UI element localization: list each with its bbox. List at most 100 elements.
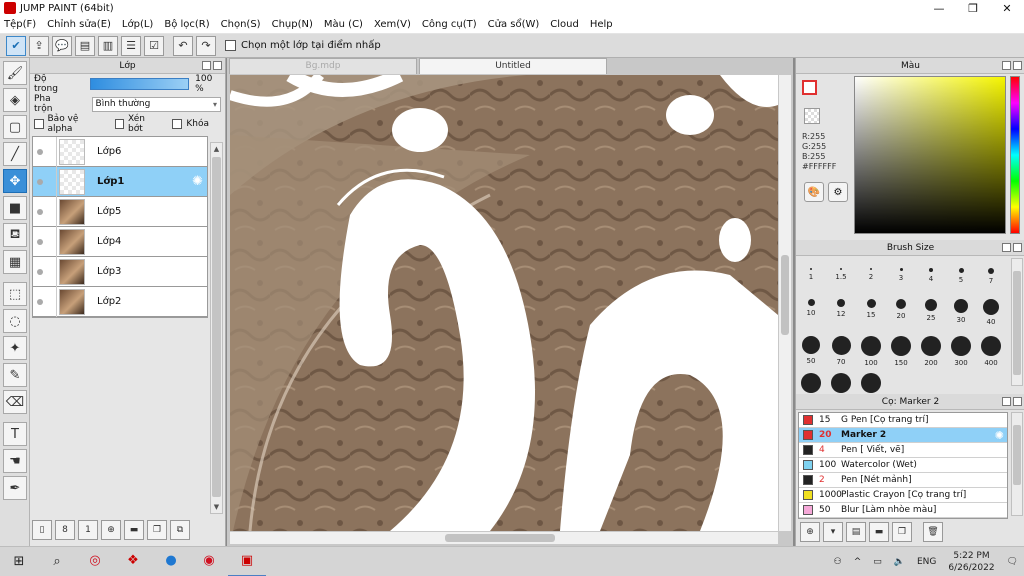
panel-close-icon[interactable] — [1013, 243, 1022, 252]
lock-checkbox[interactable] — [172, 119, 183, 129]
rect-select-icon[interactable]: ⬚ — [3, 282, 27, 306]
menu-item[interactable]: Cửa sổ(W) — [488, 19, 540, 30]
brush-size-cell[interactable]: 4 — [916, 262, 946, 283]
brush-preset-item[interactable]: 50 Blur [Làm nhòe màu] — [799, 503, 1007, 518]
fg-bg-color-swatch[interactable] — [802, 80, 824, 102]
search-icon[interactable]: ⌕ — [38, 547, 76, 576]
brush-duplicate-icon[interactable]: ❐ — [892, 522, 912, 542]
minimize-button[interactable]: — — [922, 0, 956, 16]
canvas-horizontal-scrollbar[interactable] — [230, 532, 778, 544]
undo-icon[interactable]: ↶ — [173, 35, 193, 56]
brush-size-cell[interactable]: 25 — [916, 299, 946, 322]
menu-item[interactable]: Cloud — [550, 19, 579, 30]
layer-row[interactable]: Lớp1 ✺ — [33, 166, 207, 197]
blend-mode-select[interactable]: Bình thường — [91, 96, 221, 112]
brush-size-cell[interactable]: 400 — [976, 336, 1006, 367]
eyedropper-icon[interactable]: ✒ — [3, 476, 27, 500]
visibility-icon[interactable] — [33, 148, 47, 155]
message-icon[interactable]: ▤ — [75, 35, 95, 56]
gradient-icon[interactable]: ▦ — [3, 250, 27, 274]
eraser-icon[interactable]: ◈ — [3, 88, 27, 112]
page-list-icon[interactable]: ☰ — [121, 35, 141, 56]
opacity-slider[interactable] — [89, 78, 190, 90]
scroll-down-icon[interactable]: ▼ — [211, 501, 222, 513]
brush-size-cell[interactable]: 30 — [946, 299, 976, 324]
brush-preset-item[interactable]: 100 Watercolor (Wet) — [799, 458, 1007, 473]
menu-item[interactable]: Xem(V) — [374, 19, 411, 30]
layer-lock-cell[interactable] — [47, 226, 57, 257]
canvas-vscroll-thumb[interactable] — [781, 255, 789, 335]
shape-rect-icon[interactable]: ▢ — [3, 115, 27, 139]
scroll-thumb[interactable] — [212, 157, 221, 497]
move-icon[interactable]: ✥ — [3, 169, 27, 193]
brush-size-cell[interactable] — [856, 373, 886, 396]
canvas-vertical-scrollbar[interactable] — [779, 75, 791, 531]
bucket-icon[interactable]: ⛾ — [3, 223, 27, 247]
layer-row[interactable]: Lớp5 — [33, 196, 207, 227]
opera-gx-icon[interactable]: ◉ — [190, 547, 228, 576]
add-brush-icon[interactable]: ⊕ — [800, 522, 820, 542]
checklist-icon[interactable]: ☑ — [144, 35, 164, 56]
layer-row[interactable]: Lớp6 — [33, 136, 207, 167]
menu-item[interactable]: Chọn(S) — [221, 19, 261, 30]
new-layer-menu-icon[interactable]: ⊕ — [101, 520, 121, 540]
visibility-icon[interactable] — [33, 208, 47, 215]
people-icon[interactable]: ⚇ — [834, 557, 842, 567]
menu-item[interactable]: Tệp(F) — [4, 19, 36, 30]
restore-button[interactable]: ❐ — [956, 0, 990, 16]
menu-item[interactable]: Help — [590, 19, 613, 30]
brush-size-scroll-thumb[interactable] — [1013, 271, 1021, 375]
visibility-icon[interactable] — [33, 298, 47, 305]
select-layer-on-click-checkbox[interactable] — [225, 40, 236, 51]
select-pen-icon[interactable]: ✎ — [3, 363, 27, 387]
panel-popout-icon[interactable] — [1002, 243, 1011, 252]
canvas-hscroll-thumb[interactable] — [445, 534, 555, 542]
panel-close-icon[interactable] — [1013, 61, 1022, 70]
new-1bit-layer-icon[interactable]: 1 — [78, 520, 98, 540]
visibility-icon[interactable] — [33, 178, 47, 185]
brush-folder-icon[interactable]: ▬ — [869, 522, 889, 542]
panel-popout-icon[interactable] — [1002, 61, 1011, 70]
volume-icon[interactable]: 🔈 — [894, 557, 905, 567]
protect-alpha-checkbox[interactable] — [34, 119, 44, 129]
layer-settings-icon[interactable]: ✺ — [192, 174, 203, 189]
network-icon[interactable]: ▭ — [873, 557, 882, 567]
layer-lock-cell[interactable] — [47, 256, 57, 287]
hand-icon[interactable]: ☚ — [3, 449, 27, 473]
menu-item[interactable]: Lớp(L) — [122, 19, 153, 30]
brush-preset-item[interactable]: 20 Marker 2 ✺ — [799, 428, 1007, 443]
clip-checkbox[interactable] — [114, 119, 124, 129]
layer-list-scrollbar[interactable]: ▲ ▼ — [210, 142, 223, 514]
panel-popout-icon[interactable] — [202, 61, 211, 70]
new-8bit-layer-icon[interactable]: 8 — [55, 520, 75, 540]
speech-bubble-icon[interactable]: 💬 — [52, 35, 72, 56]
document-tab[interactable]: Bg.mdp — [229, 58, 417, 74]
brush-size-cell[interactable]: 12 — [826, 299, 856, 318]
brush-size-cell[interactable] — [826, 373, 856, 396]
visibility-icon[interactable] — [33, 268, 47, 275]
palette-settings-icon[interactable]: ⚙ — [828, 182, 848, 202]
magic-wand-icon[interactable]: ✦ — [3, 336, 27, 360]
brush-preset-scrollbar[interactable] — [1011, 412, 1023, 516]
panel-close-icon[interactable] — [1013, 397, 1022, 406]
layer-row[interactable]: Lớp2 — [33, 286, 207, 317]
export-icon[interactable]: ⇪ — [29, 35, 49, 56]
layer-row[interactable]: Lớp4 — [33, 226, 207, 257]
menu-item[interactable]: Bộ lọc(R) — [164, 19, 209, 30]
text-icon[interactable]: T — [3, 422, 27, 446]
menu-item[interactable]: Công cụ(T) — [422, 19, 477, 30]
brush-size-cell[interactable]: 7 — [976, 262, 1006, 285]
brush-size-cell[interactable]: 70 — [826, 336, 856, 366]
brush-size-cell[interactable]: 2 — [856, 262, 886, 281]
brush-size-cell[interactable]: 15 — [856, 299, 886, 319]
brush-size-cell[interactable]: 300 — [946, 336, 976, 367]
layer-lock-cell[interactable] — [47, 166, 57, 197]
select-eraser-icon[interactable]: ⌫ — [3, 390, 27, 414]
brush-size-cell[interactable] — [796, 373, 826, 396]
lasso-icon[interactable]: ◌ — [3, 309, 27, 333]
zalo-icon[interactable]: ● — [152, 547, 190, 576]
scroll-up-icon[interactable]: ▲ — [211, 143, 222, 155]
menu-item[interactable]: Chỉnh sửa(E) — [47, 19, 111, 30]
menu-item[interactable]: Chụp(N) — [272, 19, 313, 30]
brush-size-cell[interactable]: 50 — [796, 336, 826, 365]
